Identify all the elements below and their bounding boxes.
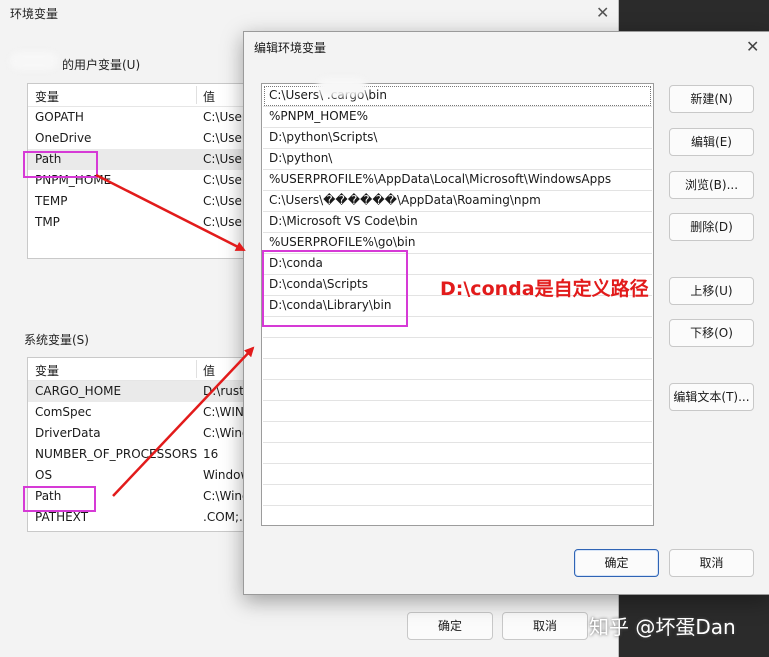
arrow-user-path xyxy=(95,173,246,252)
watermark: 知乎 @坏蛋Dan xyxy=(589,615,736,639)
annotation-arrows xyxy=(95,173,255,497)
arrow-system-path xyxy=(112,346,255,497)
